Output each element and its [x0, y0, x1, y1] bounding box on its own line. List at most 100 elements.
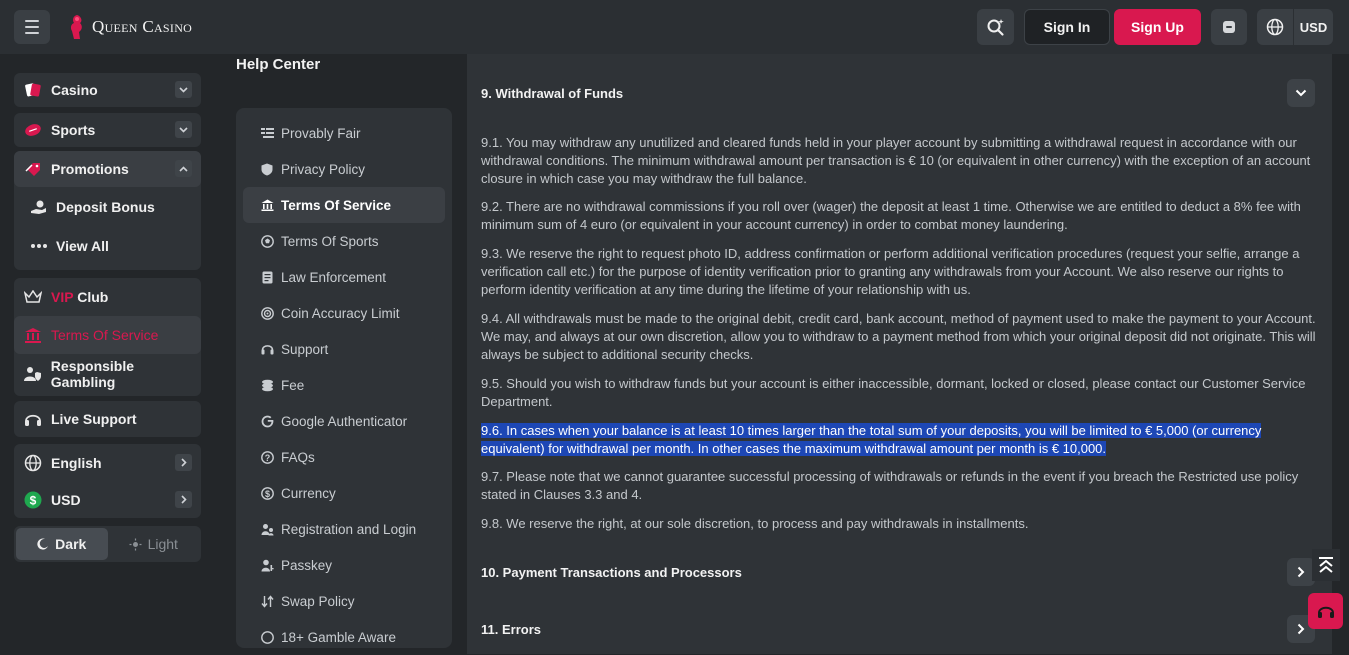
language-currency-selector[interactable]: USD: [1257, 9, 1333, 45]
sidebar-subitem-view-all[interactable]: View All: [14, 226, 201, 265]
paragraph-9-7: 9.7. Please note that we cannot guarante…: [481, 469, 1299, 502]
headset-icon: [1317, 606, 1334, 618]
theme-light-label: Light: [147, 536, 178, 552]
sidebar-settings: English $ USD: [14, 444, 201, 518]
sidebar-item-casino[interactable]: Casino: [14, 73, 201, 107]
chevron-right-icon[interactable]: [175, 491, 192, 508]
section-10-title[interactable]: 10. Payment Transactions and Processors: [481, 565, 742, 580]
menu-button[interactable]: [14, 10, 50, 44]
people-icon: [260, 522, 274, 536]
theme-dark-button[interactable]: Dark: [16, 528, 108, 560]
help-nav-item-label: Support: [281, 341, 329, 357]
scroll-to-top-button[interactable]: [1312, 549, 1340, 581]
help-nav-item-label: Swap Policy: [281, 593, 355, 609]
section-10-toggle[interactable]: [1287, 558, 1315, 586]
sidebar-casino[interactable]: Casino: [14, 73, 201, 107]
help-nav-item-label: Google Authenticator: [281, 413, 408, 429]
sidebar-subitem-label: Deposit Bonus: [56, 198, 155, 215]
club-label: Club: [73, 289, 109, 305]
sidebar-item-vip-club[interactable]: VIP Club: [14, 278, 201, 316]
section-9-toggle[interactable]: [1287, 79, 1315, 107]
sidebar-item-promotions[interactable]: Promotions: [14, 151, 201, 187]
help-nav-item-passkey[interactable]: Passkey: [243, 547, 445, 583]
sidebar-item-currency[interactable]: $ USD: [14, 481, 201, 518]
chevron-down-icon[interactable]: [175, 121, 192, 138]
help-nav-item-law-enforcement[interactable]: Law Enforcement: [243, 259, 445, 295]
help-nav-item-label: Passkey: [281, 557, 333, 573]
chevron-right-icon: [1297, 566, 1305, 578]
sidebar-item-label: English: [51, 454, 102, 471]
logo[interactable]: Queen Casino: [68, 12, 192, 42]
help-center-nav: Provably Fair Privacy Policy Terms Of Serv…: [236, 108, 452, 648]
sidebar-subitem-deposit-bonus[interactable]: Deposit Bonus: [14, 187, 201, 226]
paragraph-9-6: 9.6. In cases when your balance is at le…: [481, 422, 1317, 458]
sidebar-info-group: VIP Club Terms Of Service Responsible Ga…: [14, 278, 201, 396]
double-chevron-up-icon: [1319, 557, 1333, 573]
help-nav-item-registration-and-login[interactable]: Registration and Login: [243, 511, 445, 547]
help-nav-item-faqs[interactable]: ? FAQs: [243, 439, 445, 475]
help-nav-item-label: Provably Fair: [281, 125, 361, 141]
help-nav-item-privacy-policy[interactable]: Privacy Policy: [243, 151, 445, 187]
sidebar-item-sports[interactable]: Sports: [14, 113, 201, 147]
logo-text: Queen Casino: [92, 17, 193, 36]
sidebar-live-support[interactable]: Live Support: [14, 401, 201, 437]
help-nav-item-label: Law Enforcement: [281, 269, 387, 285]
list-icon: [260, 126, 274, 140]
globe-button[interactable]: [1257, 9, 1294, 45]
help-nav-item-label: Currency: [281, 485, 336, 501]
svg-text:$: $: [30, 493, 37, 507]
theme-light-button[interactable]: Light: [108, 528, 200, 560]
top-header: Queen Casino Sign In Sign Up USD: [0, 0, 1349, 54]
help-nav-item-label: Terms Of Service: [281, 197, 392, 213]
tag-icon: [23, 159, 43, 179]
crown-icon: [23, 287, 43, 307]
sign-up-button[interactable]: Sign Up: [1114, 9, 1201, 45]
wallet-button[interactable]: [1211, 9, 1247, 45]
section-9-title[interactable]: 9. Withdrawal of Funds: [481, 86, 623, 101]
section-11-title[interactable]: 11. Errors: [481, 622, 541, 637]
soccer-ball-icon: [260, 234, 274, 248]
sidebar-item-terms-of-service[interactable]: Terms Of Service: [14, 316, 201, 354]
help-nav-item-provably-fair[interactable]: Provably Fair: [243, 115, 445, 151]
help-nav-item-label: Terms Of Sports: [281, 233, 379, 249]
sidebar-item-label: Terms Of Service: [51, 327, 159, 343]
theme-toggle[interactable]: Dark Light: [14, 526, 201, 562]
help-nav-item-swap-policy[interactable]: Swap Policy: [243, 583, 445, 619]
sidebar-item-language[interactable]: English: [14, 444, 201, 481]
sidebar-item-responsible-gambling[interactable]: Responsible Gambling: [14, 354, 201, 394]
coins-hand-icon: [28, 199, 50, 215]
paragraph-9-1: 9.1. You may withdraw any unutilized and…: [481, 135, 1311, 186]
globe-icon: [23, 453, 43, 473]
sidebar-item-live-support[interactable]: Live Support: [14, 401, 201, 437]
headset-icon: [260, 342, 274, 356]
sign-in-button[interactable]: Sign In: [1024, 9, 1110, 45]
target-icon: [260, 306, 274, 320]
help-nav-item-currency[interactable]: $ Currency: [243, 475, 445, 511]
help-nav-item-coin-accuracy-limit[interactable]: Coin Accuracy Limit: [243, 295, 445, 331]
age-icon: [260, 630, 274, 644]
chevron-right-icon[interactable]: [175, 454, 192, 471]
help-nav-item-google-authenticator[interactable]: Google Authenticator: [243, 403, 445, 439]
help-nav-item-terms-of-service[interactable]: Terms Of Service: [243, 187, 445, 223]
help-nav-item-support[interactable]: Support: [243, 331, 445, 367]
bank-icon: [23, 325, 43, 345]
live-support-button[interactable]: [1308, 593, 1343, 629]
wallet-icon: [1223, 21, 1235, 33]
header-currency[interactable]: USD: [1294, 20, 1333, 35]
search-button[interactable]: [977, 9, 1014, 45]
sun-icon: [129, 538, 142, 550]
sidebar-item-label: Promotions: [51, 161, 129, 177]
chevron-up-icon[interactable]: [175, 160, 192, 177]
help-nav-item-label: FAQs: [281, 449, 315, 465]
svg-text:$: $: [264, 488, 269, 498]
sidebar-sports[interactable]: Sports: [14, 113, 201, 147]
help-nav-item-terms-of-sports[interactable]: Terms Of Sports: [243, 223, 445, 259]
chevron-down-icon[interactable]: [175, 81, 192, 98]
sidebar-item-label: Sports: [51, 122, 96, 138]
help-nav-item-18-gamble-aware[interactable]: 18+ Gamble Aware: [243, 619, 445, 655]
cards-icon: [23, 80, 43, 100]
help-nav-item-fee[interactable]: Fee: [243, 367, 445, 403]
help-center-title: Help Center: [236, 56, 321, 73]
vip-club-label: VIP Club: [51, 289, 108, 305]
queen-logo-icon: [70, 15, 82, 39]
